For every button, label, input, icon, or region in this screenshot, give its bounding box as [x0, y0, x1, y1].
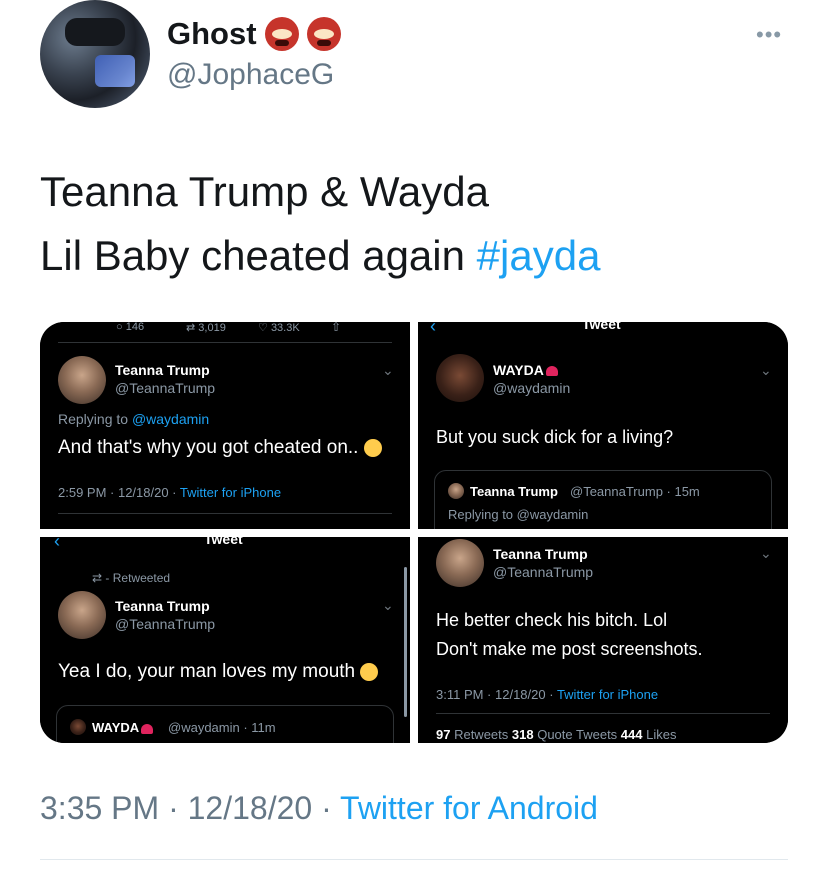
- teanna-avatar: [436, 539, 484, 587]
- like-count-row: ♡ 33.3K: [258, 322, 300, 334]
- tweet-line-2: Lil Baby cheated again #jayda: [40, 224, 600, 288]
- author-name-row[interactable]: Ghost: [167, 16, 341, 52]
- s3-text-row: Yea I do, your man loves my mouth: [58, 661, 379, 683]
- tweet-text: Teanna Trump & Wayda Lil Baby cheated ag…: [40, 160, 600, 288]
- s4-source: Twitter for iPhone: [556, 687, 659, 702]
- s1-time-row: 2:59 PM · 12/18/20 · Twitter for iPhone: [58, 485, 281, 500]
- s2-text: But you suck dick for a living?: [436, 427, 674, 447]
- ogre-icon: [264, 17, 299, 51]
- s4-retweets-count: 97: [436, 727, 451, 742]
- avatar-gamepad-shape: [65, 18, 125, 46]
- s4-time: 3:11 PM · 12/18/20 ·: [436, 687, 557, 702]
- s3-retweeted-row: ⇄ - Retweeted: [92, 571, 171, 585]
- author-avatar[interactable]: [40, 0, 150, 108]
- s4-quotes-count: 318: [511, 727, 534, 742]
- tweet-timestamp-row: 3:35 PM · 12/18/20 · Twitter for Android: [40, 790, 598, 827]
- author-handle[interactable]: @JophaceG: [167, 58, 334, 92]
- s1-text-row: And that's why you got cheated on..: [58, 437, 382, 459]
- s4-handle: @TeannaTrump: [493, 564, 594, 580]
- tweet-source-link[interactable]: Twitter for Android: [340, 790, 598, 826]
- s3-header: Tweet: [204, 537, 243, 547]
- scrollbar: [404, 567, 407, 717]
- footer-divider: [40, 859, 788, 860]
- s3-text: Yea I do, your man loves my mouth: [58, 661, 356, 682]
- screenshot-1[interactable]: ○ 146 ⇄ 3,019 ♡ 33.3K ⇧ Teanna Trump @Te…: [40, 322, 410, 529]
- teanna-avatar: [58, 356, 106, 404]
- screenshot-4[interactable]: Teanna Trump @TeannaTrump ⌄ He better ch…: [418, 537, 788, 743]
- back-arrow-icon: ‹: [54, 537, 60, 551]
- screenshot-3[interactable]: ‹ Tweet ⇄ - Retweeted Teanna Trump @Tean…: [40, 537, 410, 743]
- chevron-down-icon: ⌄: [382, 362, 394, 378]
- s4-stats-row: 97 Retweets 318 Quote Tweets 444 Likes: [436, 727, 676, 742]
- teanna-mini-avatar: [448, 483, 464, 499]
- s3-handle: @TeannaTrump: [115, 616, 216, 632]
- back-arrow-icon: ‹: [430, 322, 436, 336]
- s4-text-line1: He better check his bitch. Lol: [436, 610, 668, 630]
- divider: [58, 342, 392, 343]
- wayda-avatar: [436, 354, 484, 402]
- s3-quote-meta: @waydamin · 11m: [168, 720, 276, 735]
- retweet-icon: ⇄: [92, 571, 103, 585]
- share-icon: ⇧: [331, 322, 342, 334]
- s2-name: WAYDA: [493, 362, 544, 378]
- screenshot-2[interactable]: ‹ Tweet WAYDA @waydamin ⌄ But you suck d…: [418, 322, 788, 529]
- s2-name-row: WAYDA: [493, 362, 558, 378]
- s4-likes-label: Likes: [642, 727, 677, 742]
- s2-quote-meta: @TeannaTrump · 15m: [570, 484, 700, 499]
- s4-retweets-label: Retweets: [450, 727, 512, 742]
- s3-retweeted: Retweeted: [112, 571, 171, 585]
- divider: [58, 513, 392, 514]
- s4-quotes-label: Quote Tweets: [533, 727, 621, 742]
- s2-handle: @waydamin: [493, 380, 571, 396]
- chevron-down-icon: ⌄: [760, 362, 772, 378]
- s2-header: Tweet: [582, 322, 621, 332]
- s1-replying-prefix: Replying to: [58, 411, 132, 427]
- s3-quote-name: WAYDA: [92, 720, 140, 735]
- s1-replying-handle: @waydamin: [131, 411, 210, 427]
- tweet-line-1: Teanna Trump & Wayda: [40, 168, 489, 215]
- s2-quote-replying: Replying to @waydamin: [448, 507, 589, 522]
- teanna-avatar: [58, 591, 106, 639]
- reply-count-row: ○ 146: [116, 322, 144, 333]
- s4-name: Teanna Trump: [493, 546, 588, 562]
- chevron-down-icon: ⌄: [382, 597, 394, 613]
- s1-time: 2:59 PM · 12/18/20 ·: [58, 485, 180, 500]
- retweet-count: 3,019: [198, 322, 226, 334]
- s2-quote-name: Teanna Trump: [470, 484, 558, 499]
- grid-separator-horizontal: [40, 529, 788, 537]
- reply-icon: ○: [116, 322, 123, 333]
- reply-count: 146: [125, 322, 145, 333]
- s1-handle: @TeannaTrump: [115, 380, 216, 396]
- ogre-icon: [306, 17, 341, 51]
- hashtag-link[interactable]: #jayda: [477, 232, 601, 279]
- author-name[interactable]: Ghost: [167, 16, 257, 52]
- s3-quote-name-row: WAYDA: [92, 720, 154, 735]
- divider: [436, 713, 770, 714]
- retweet-count-row: ⇄ 3,019: [186, 322, 226, 334]
- yawning-face-icon: [363, 438, 382, 457]
- like-count: 33.3K: [270, 322, 300, 334]
- s4-text-line2: Don't make me post screenshots.: [436, 639, 703, 659]
- like-icon: ♡: [258, 322, 268, 334]
- s1-replying: Replying to @waydamin: [58, 411, 209, 427]
- chevron-down-icon: ⌄: [760, 545, 772, 561]
- heart-icon: [141, 723, 154, 734]
- avatar-glow-shape: [95, 55, 135, 87]
- s4-time-row: 3:11 PM · 12/18/20 · Twitter for iPhone: [436, 687, 658, 702]
- s4-likes-count: 444: [620, 727, 643, 742]
- retweet-icon: ⇄: [186, 322, 196, 334]
- media-grid[interactable]: ○ 146 ⇄ 3,019 ♡ 33.3K ⇧ Teanna Trump @Te…: [40, 322, 788, 743]
- wayda-mini-avatar: [70, 719, 86, 735]
- s1-name: Teanna Trump: [115, 362, 210, 378]
- tweet-line-2-text: Lil Baby cheated again: [40, 232, 477, 279]
- heart-icon: [545, 366, 558, 377]
- more-options-icon[interactable]: •••: [756, 22, 782, 48]
- s3-name: Teanna Trump: [115, 598, 210, 614]
- crying-face-icon: [360, 662, 379, 681]
- s1-text: And that's why you got cheated on..: [58, 437, 359, 458]
- s1-source: Twitter for iPhone: [179, 485, 282, 500]
- tweet-timestamp[interactable]: 3:35 PM · 12/18/20 ·: [40, 790, 340, 826]
